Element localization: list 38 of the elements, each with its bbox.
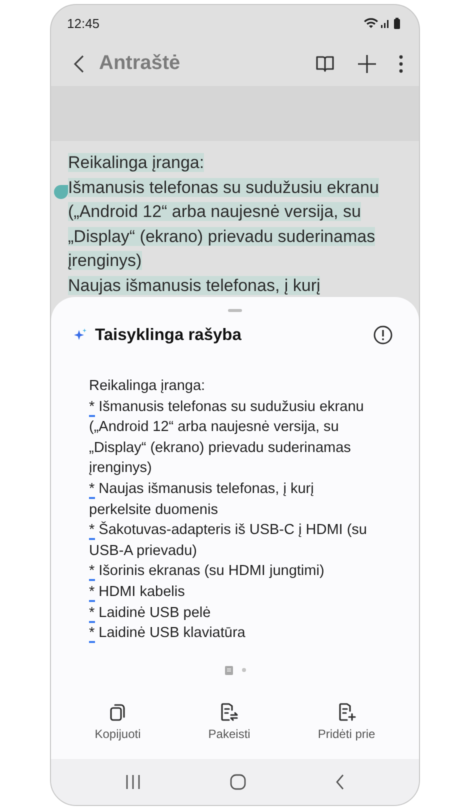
note-paragraph: Reikalinga įranga:	[68, 152, 206, 174]
note-paragraph: Išmanusis telefonas su sudužusiu ekranu („Android 12“ arba naujesnė versija, su „Display“ (ekrano) prievadu suderinamas įrenginys)	[68, 176, 380, 272]
sheet-title: Taisyklinga rašyba	[95, 326, 242, 344]
corrected-text-heading: Reikalinga įranga:	[89, 377, 206, 396]
status-icons-drawing	[363, 17, 403, 29]
book-icon	[315, 54, 335, 72]
corrected-text-line: * HDMI kabelis	[89, 582, 186, 603]
more-options-button[interactable]	[399, 54, 403, 72]
more-options-icon	[399, 54, 403, 72]
page-indicator-dot[interactable]	[242, 668, 246, 672]
info-button[interactable]	[373, 325, 393, 345]
note-title: Antraštė	[99, 52, 182, 75]
document-add-icon	[336, 702, 357, 722]
add-to-button[interactable]: Pridėti prie	[312, 698, 382, 745]
drag-handle[interactable]	[228, 309, 242, 312]
add-button[interactable]	[357, 54, 377, 74]
corrected-text-line: * Išmanusis telefonas su sudužusiu ekranu („Android 12“ arba naujesnė versija, su „Display“ (ekrano) prievadu suderinamas įrenginys)	[89, 398, 365, 478]
corrected-text-line: * Naujas išmanusis telefonas, į kurį perkelsite duomenis	[89, 480, 315, 520]
plus-icon	[357, 54, 377, 74]
copy-icon	[108, 702, 127, 722]
sparkle-icon	[73, 328, 87, 342]
status-time: 12:45	[67, 16, 100, 30]
back-icon	[334, 774, 345, 790]
recent-apps-icon	[125, 774, 142, 790]
home-icon	[230, 774, 246, 790]
back-icon	[73, 54, 85, 74]
corrected-text-line: * Išorinis ekranas (su HDMI jungtimi)	[89, 562, 326, 582]
reading-mode-button[interactable]	[315, 54, 335, 72]
info-icon	[373, 325, 393, 345]
document-swap-icon	[219, 702, 240, 722]
corrected-text-line: * Šakotuvas-adapteris iš USB-C į HDMI (su USB-A prievadu)	[89, 520, 368, 561]
corrected-text-line: * Laidinė USB klaviatūra	[89, 624, 246, 644]
note-paragraph: Naujas išmanusis telefonas, į kurį	[68, 274, 322, 296]
replace-button[interactable]: Pakeisti	[202, 698, 256, 745]
back-button[interactable]	[73, 54, 85, 74]
copy-button[interactable]: Kopijuoti	[88, 698, 147, 745]
corrected-text-line: * Laidinė USB pelė	[89, 604, 212, 624]
selection-handle[interactable]	[54, 185, 68, 199]
